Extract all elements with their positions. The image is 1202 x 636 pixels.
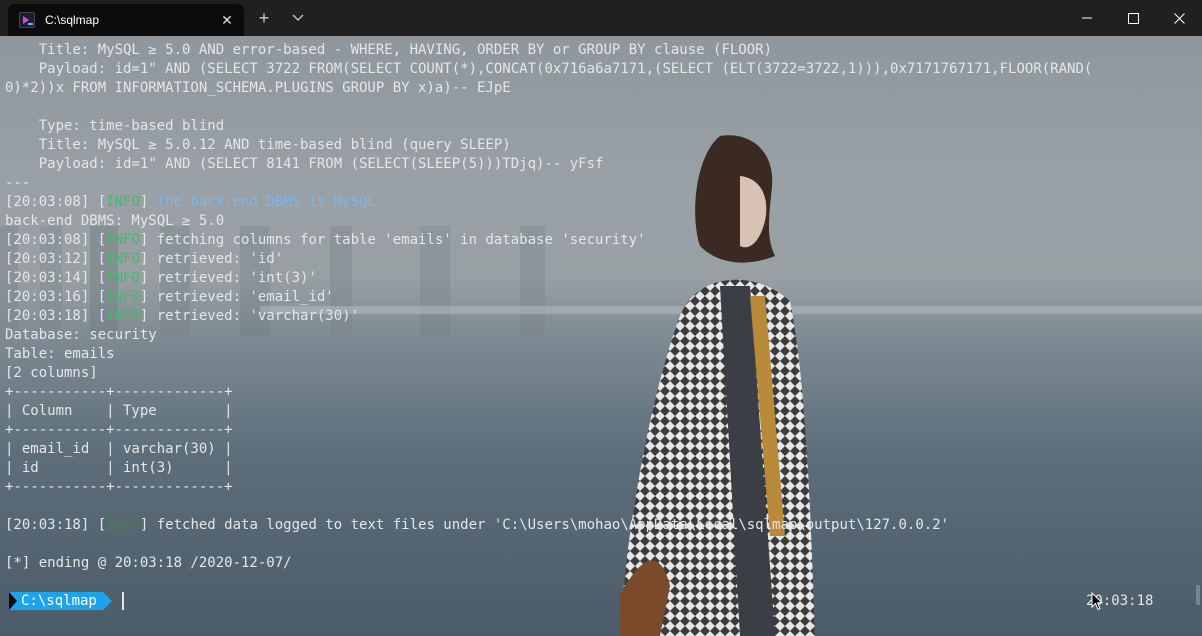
log-level-tag: INFO (106, 251, 140, 267)
close-window-button[interactable] (1156, 0, 1202, 36)
terminal-line: [*] ending @ 20:03:18 /2020-12-07/ (5, 555, 292, 571)
terminal-line: Title: MySQL ≥ 5.0 AND error-based - WHE… (5, 42, 773, 58)
terminal-line: | email_id | varchar(30) | (5, 441, 233, 457)
terminal-line: [2 columns] (5, 365, 98, 381)
close-icon (1173, 12, 1185, 24)
log-level-tag: INFO (106, 194, 140, 210)
terminal-line: --- (5, 175, 31, 191)
prompt-path: C:\sqlmap (17, 592, 103, 610)
minimize-icon (1082, 17, 1092, 19)
terminal-line: Payload: id=1" AND (SELECT 3722 FROM(SEL… (5, 61, 1093, 77)
terminal-line: Type: time-based blind (5, 118, 225, 134)
log-level-tag: INFO (106, 517, 140, 533)
log-timestamp: [20:03:14] (5, 270, 90, 286)
shell-prompt: C:\sqlmap (9, 592, 124, 610)
terminal-line: +-----------+-------------+ (5, 384, 233, 400)
minimize-button[interactable] (1064, 0, 1110, 36)
terminal-line: | Column | Type | (5, 403, 233, 419)
scrollbar[interactable] (1196, 585, 1200, 605)
terminal-line: [20:03:08] [INFO] fetching columns for t… (5, 232, 646, 248)
terminal-line: [20:03:12] [INFO] retrieved: 'id' (5, 251, 284, 267)
log-message: retrieved: 'id' (156, 251, 284, 267)
text-cursor[interactable] (121, 592, 124, 610)
powershell-icon (19, 12, 35, 28)
log-message: fetching columns for table 'emails' in d… (156, 232, 646, 248)
terminal-line: +-----------+-------------+ (5, 422, 233, 438)
log-message: retrieved: 'email_id' (156, 289, 334, 305)
tab-dropdown-button[interactable] (288, 8, 308, 28)
prompt-arrow-left (9, 592, 17, 610)
terminal-line: Payload: id=1" AND (SELECT 8141 FROM (SE… (5, 156, 604, 172)
log-timestamp: [20:03:08] (5, 194, 90, 210)
terminal-line: Title: MySQL ≥ 5.0.12 AND time-based bli… (5, 137, 511, 153)
terminal-line: [20:03:08] [INFO] the back-end DBMS is M… (5, 194, 376, 210)
terminal-line: [20:03:18] [INFO] retrieved: 'varchar(30… (5, 308, 360, 324)
log-level-tag: INFO (106, 308, 140, 324)
terminal-line: | id | int(3) | (5, 460, 233, 476)
log-timestamp: [20:03:08] (5, 232, 90, 248)
prompt-arrow-right (102, 592, 112, 610)
terminal-output[interactable]: Title: MySQL ≥ 5.0 AND error-based - WHE… (5, 41, 1092, 573)
log-message: the back-end DBMS is MySQL (156, 194, 376, 210)
mouse-pointer-icon (1091, 592, 1103, 611)
log-timestamp: [20:03:18] (5, 517, 90, 533)
terminal-line: 0)*2))x FROM INFORMATION_SCHEMA.PLUGINS … (5, 80, 511, 96)
log-timestamp: [20:03:18] (5, 308, 90, 324)
log-message: retrieved: 'int(3)' (156, 270, 317, 286)
log-message: retrieved: 'varchar(30)' (156, 308, 360, 324)
log-timestamp: [20:03:12] (5, 251, 90, 267)
terminal-line: +-----------+-------------+ (5, 479, 233, 495)
terminal-line: back-end DBMS: MySQL ≥ 5.0 (5, 213, 225, 229)
title-bar: C:\sqlmap ✕ + (0, 0, 1202, 36)
chevron-down-icon (292, 14, 304, 21)
log-level-tag: INFO (106, 232, 140, 248)
log-timestamp: [20:03:16] (5, 289, 90, 305)
log-level-tag: INFO (106, 289, 140, 305)
terminal-line: Table: emails (5, 346, 115, 362)
terminal-line: [20:03:16] [INFO] retrieved: 'email_id' (5, 289, 334, 305)
maximize-icon (1127, 12, 1139, 24)
maximize-button[interactable] (1110, 0, 1156, 36)
new-tab-button[interactable]: + (254, 8, 274, 28)
terminal-line: [20:03:18] [INFO] fetched data logged to… (5, 517, 950, 533)
log-level-tag: INFO (106, 270, 140, 286)
tab-sqlmap[interactable]: C:\sqlmap ✕ (8, 4, 244, 36)
log-message: fetched data logged to text files under … (156, 517, 950, 533)
terminal-line: Database: security (5, 327, 157, 343)
terminal-line: [20:03:14] [INFO] retrieved: 'int(3)' (5, 270, 317, 286)
tab-title: C:\sqlmap (45, 13, 100, 27)
tab-close-icon[interactable]: ✕ (218, 11, 236, 29)
